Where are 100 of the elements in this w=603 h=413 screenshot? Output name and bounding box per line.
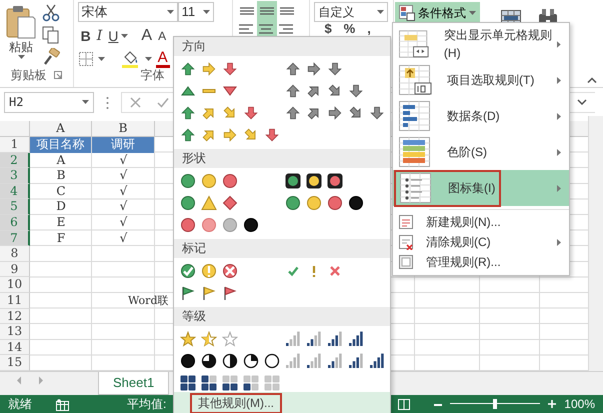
menu-item[interactable]: 其他规则(M)... xyxy=(190,393,282,413)
table-cell-text: √ xyxy=(118,214,128,231)
zoom-out-icon xyxy=(434,404,442,406)
row-header[interactable]: 13 xyxy=(0,324,30,340)
menu-item[interactable]: 清除规则(C) xyxy=(393,232,569,252)
menu-item[interactable]: 突出显示单元格规则(H) xyxy=(393,26,569,62)
vertical-scrollbar[interactable] xyxy=(588,116,603,371)
font-color-button[interactable]: A xyxy=(156,50,170,68)
boxes-icon[interactable] xyxy=(180,375,280,391)
menu-item[interactable]: 管理规则(R)... xyxy=(393,252,569,272)
font-size-field[interactable]: 11 xyxy=(178,2,214,22)
top-rules-icon xyxy=(399,64,433,96)
quarters-icon[interactable] xyxy=(180,353,280,369)
name-box[interactable]: H2 xyxy=(4,92,94,112)
signal-bars-icon[interactable] xyxy=(285,331,364,347)
grow-font-button[interactable]: A xyxy=(138,26,156,46)
column-header[interactable]: B xyxy=(92,121,155,136)
signal-bars-icon[interactable] xyxy=(285,353,385,369)
menu-item[interactable]: 色阶(S) xyxy=(393,134,569,170)
table-cell-text: √ xyxy=(118,230,128,246)
manage-rules-icon xyxy=(399,254,414,270)
align-button[interactable] xyxy=(256,1,277,21)
colored-arrows-icon[interactable] xyxy=(180,105,259,121)
scroll-right-icon xyxy=(38,376,44,385)
menu-item-label: 管理规则(R)... xyxy=(426,254,501,271)
copy-icon xyxy=(42,26,60,44)
bold-button[interactable]: B xyxy=(78,26,94,46)
fill-caret-icon xyxy=(144,57,152,61)
row-header[interactable]: 15 xyxy=(0,355,30,371)
more-icon xyxy=(106,96,109,110)
zoom-level[interactable]: 100% xyxy=(564,395,595,413)
font-name-field[interactable]: 宋体 xyxy=(78,2,178,22)
menu-item-label: 新建规则(N)... xyxy=(426,214,501,231)
traffic-lights-icon[interactable] xyxy=(285,195,364,211)
borders-icon xyxy=(78,51,94,67)
icon-sets-icon xyxy=(400,172,434,204)
format-painter-icon xyxy=(42,48,60,66)
caret-icon xyxy=(202,10,210,14)
symbols-icon[interactable] xyxy=(285,263,343,279)
row-header[interactable]: 1 xyxy=(0,137,30,153)
menu-item-label: 数据条(D) xyxy=(447,108,500,125)
menu-item[interactable]: 数据条(D) xyxy=(393,98,569,134)
underline-button[interactable]: U xyxy=(105,26,122,46)
row-header[interactable]: 10 xyxy=(0,277,30,293)
conditional-formatting-button[interactable]: 条件格式 xyxy=(395,2,480,24)
italic-button[interactable]: I xyxy=(94,26,106,46)
stars-icon[interactable] xyxy=(180,331,238,347)
number-format-button[interactable]: , xyxy=(365,23,373,35)
cell-text: Word联 xyxy=(127,294,168,307)
signs-icon[interactable] xyxy=(180,195,238,211)
menu-item[interactable]: 新建规则(N)... xyxy=(393,212,569,232)
number-format-button[interactable]: $ xyxy=(322,23,334,35)
caret-icon xyxy=(166,10,174,14)
row-header[interactable]: 14 xyxy=(0,340,30,356)
table-cell-text: B xyxy=(56,168,66,184)
row-header[interactable]: 3 xyxy=(0,168,30,184)
page-view-icon xyxy=(398,398,410,410)
paste-caret-icon xyxy=(18,55,24,59)
menu-item-label: 色阶(S) xyxy=(447,144,487,161)
traffic-lights-icon[interactable] xyxy=(180,173,238,189)
row-header[interactable]: 11 xyxy=(0,292,30,309)
shrink-font-button[interactable]: A xyxy=(155,26,170,46)
sheet-tab[interactable]: Sheet1 xyxy=(98,372,170,395)
group-label: 字体 xyxy=(140,68,165,82)
number-format-button[interactable]: % xyxy=(342,23,358,35)
row-header[interactable]: 8 xyxy=(0,246,30,262)
highlight-rules-icon xyxy=(399,28,430,60)
section-header: 等级 xyxy=(174,307,390,326)
row-header[interactable]: 6 xyxy=(0,214,30,231)
row-header[interactable]: 5 xyxy=(0,199,30,215)
row-header[interactable]: 9 xyxy=(0,262,30,278)
paste-button[interactable]: 粘贴 xyxy=(9,39,33,55)
colored-arrows-icon[interactable] xyxy=(180,61,238,77)
paste-icon xyxy=(6,5,36,39)
table-cell-text: √ xyxy=(118,184,128,200)
row-header[interactable]: 7 xyxy=(0,230,30,246)
menu-item[interactable]: 图标集(I) xyxy=(393,170,569,206)
zoom-slider[interactable] xyxy=(450,399,540,409)
column-header[interactable]: A xyxy=(30,121,92,136)
menu-item-label: 突出显示单元格规则(H) xyxy=(444,27,553,62)
circled-symbols-icon[interactable] xyxy=(180,263,238,279)
row-header[interactable]: 12 xyxy=(0,308,30,324)
menu-item[interactable]: 项目选取规则(T) xyxy=(393,62,569,98)
status-text: 平均值: xyxy=(127,396,166,413)
dialog-launcher-icon xyxy=(54,71,62,79)
arrows-icon[interactable] xyxy=(285,61,343,77)
flags-icon[interactable] xyxy=(180,285,238,301)
row-header[interactable]: 2 xyxy=(0,152,30,168)
colored-arrows-icon[interactable] xyxy=(180,127,280,143)
zoom-slider-thumb[interactable] xyxy=(493,399,498,409)
arrows-icon[interactable] xyxy=(285,83,364,99)
status-text: 就绪 xyxy=(8,396,32,413)
traffic-lights-icon[interactable] xyxy=(285,173,343,189)
caret-icon xyxy=(82,100,89,104)
section-header: 方向 xyxy=(174,37,390,56)
circles-icon[interactable] xyxy=(180,217,259,233)
row-header[interactable]: 4 xyxy=(0,184,30,200)
number-format-field[interactable]: 自定义 xyxy=(314,2,388,22)
fill-color-icon xyxy=(120,50,141,68)
arrows-icon[interactable] xyxy=(285,105,385,121)
